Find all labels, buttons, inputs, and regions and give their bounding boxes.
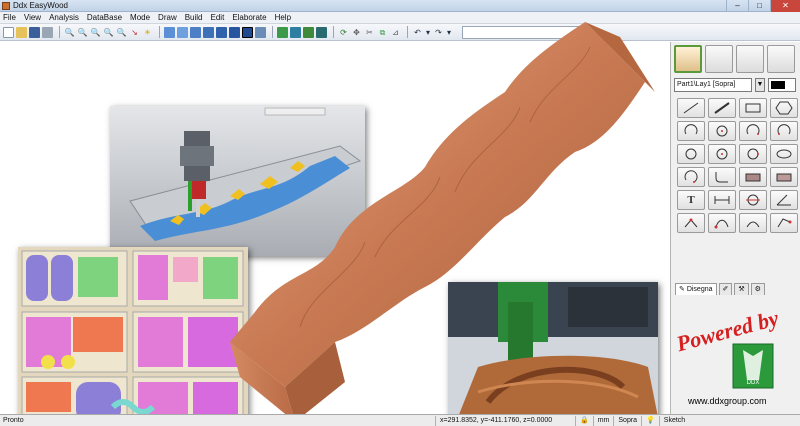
status-text: Pronto bbox=[3, 417, 24, 424]
text-tool-button[interactable]: T bbox=[677, 190, 705, 210]
menu-mode[interactable]: Mode bbox=[130, 13, 150, 22]
zoom-out-icon[interactable]: 🔍 bbox=[77, 27, 88, 38]
groove-tool-button[interactable] bbox=[770, 167, 798, 187]
view-readout[interactable]: Sopra bbox=[613, 415, 641, 426]
special-tool-button[interactable] bbox=[770, 213, 798, 233]
lock-icon[interactable]: 🔒 bbox=[575, 415, 593, 426]
menu-analysis[interactable]: Analysis bbox=[49, 13, 79, 22]
view-front-icon[interactable] bbox=[190, 26, 201, 38]
arc-tangent-tool-button[interactable] bbox=[770, 121, 798, 141]
coordinates-readout: x=291.8352, y=-411.1760, z=0.0000 bbox=[435, 415, 575, 426]
layer-dropdown-icon[interactable]: ▼ bbox=[755, 78, 765, 92]
cnc-mode-button[interactable] bbox=[705, 45, 733, 73]
circle-3point-tool-button[interactable] bbox=[739, 144, 767, 164]
ellipse-tool-button[interactable] bbox=[770, 144, 798, 164]
zoom-all-icon[interactable]: 🔍 bbox=[103, 27, 114, 38]
woodwork-mode-button[interactable] bbox=[674, 45, 702, 73]
light-icon[interactable]: 💡 bbox=[641, 415, 659, 426]
circle-center-tool-button[interactable] bbox=[708, 144, 736, 164]
menu-edit[interactable]: Edit bbox=[211, 13, 225, 22]
drawing-canvas[interactable] bbox=[0, 22, 670, 426]
unit-readout[interactable]: mm bbox=[592, 415, 614, 426]
maximize-button[interactable]: □ bbox=[748, 0, 770, 12]
zoom-in-icon[interactable]: 🔍 bbox=[64, 27, 75, 38]
join-tool-button[interactable] bbox=[739, 213, 767, 233]
tab-machine[interactable]: ⚙ bbox=[750, 283, 765, 295]
app-icon bbox=[2, 1, 10, 10]
save-icon[interactable] bbox=[29, 26, 40, 38]
rotate-arc-tool-button[interactable] bbox=[677, 167, 705, 187]
website-link[interactable]: www.ddxgroup.com bbox=[688, 396, 767, 406]
rectangle-tool-button[interactable] bbox=[739, 98, 767, 118]
dimension-tool-button[interactable] bbox=[708, 190, 736, 210]
arc-3point-tool-button[interactable] bbox=[739, 121, 767, 141]
pocket-tool-button[interactable] bbox=[739, 167, 767, 187]
menu-draw[interactable]: Draw bbox=[158, 13, 177, 22]
ddx-logo-text: DDX bbox=[747, 380, 760, 386]
refresh-icon[interactable]: ☀ bbox=[142, 27, 153, 38]
status-bar: Pronto x=291.8352, y=-411.1760, z=0.0000… bbox=[0, 414, 800, 426]
menu-file[interactable]: File bbox=[3, 13, 16, 22]
hexagon-tool-button[interactable] bbox=[770, 98, 798, 118]
polyline-tool-button[interactable] bbox=[708, 98, 736, 118]
color-select[interactable] bbox=[768, 78, 796, 92]
machine-mode-button[interactable] bbox=[767, 45, 795, 73]
layer-select[interactable]: Part1\Lay1 [Sopra] bbox=[674, 78, 752, 92]
zoom-window-icon[interactable]: 🔍 bbox=[90, 27, 101, 38]
section-tool-button[interactable] bbox=[739, 190, 767, 210]
menu-database[interactable]: DataBase bbox=[87, 13, 122, 22]
menu-view[interactable]: View bbox=[24, 13, 41, 22]
color-swatch bbox=[771, 81, 785, 89]
pick-icon[interactable]: ↘ bbox=[129, 27, 140, 38]
path-edit-tool-button[interactable] bbox=[677, 213, 705, 233]
cnc-milling-photo bbox=[448, 282, 658, 417]
panel-mode-button[interactable] bbox=[736, 45, 764, 73]
window-title: Ddx EasyWood bbox=[13, 1, 68, 10]
node-edit-tool-button[interactable] bbox=[708, 213, 736, 233]
angle-tool-button[interactable] bbox=[770, 190, 798, 210]
tab-disegna[interactable]: ✎ Disegna bbox=[675, 283, 717, 295]
tab-tools[interactable]: ⚒ bbox=[734, 283, 749, 295]
print-icon[interactable] bbox=[42, 26, 53, 38]
circle-tool-button[interactable] bbox=[677, 144, 705, 164]
zoom-prev-icon[interactable]: 🔍 bbox=[116, 27, 127, 38]
arc-tool-button[interactable] bbox=[677, 121, 705, 141]
line-tool-button[interactable] bbox=[677, 98, 705, 118]
nesting-layout-image bbox=[18, 247, 248, 426]
arc-center-tool-button[interactable] bbox=[708, 121, 736, 141]
tab-edit[interactable]: ✐ bbox=[718, 283, 733, 295]
close-button[interactable]: ✕ bbox=[770, 0, 800, 12]
fillet-tool-button[interactable] bbox=[708, 167, 736, 187]
new-icon[interactable] bbox=[3, 26, 14, 38]
open-icon[interactable] bbox=[16, 26, 27, 38]
mode-readout[interactable]: Sketch bbox=[658, 415, 689, 426]
view-3d-icon[interactable] bbox=[164, 26, 175, 38]
menu-build[interactable]: Build bbox=[185, 13, 203, 22]
tab-disegna-label: Disegna bbox=[686, 286, 713, 293]
minimize-button[interactable]: – bbox=[726, 0, 748, 12]
view-top-icon[interactable] bbox=[177, 26, 188, 38]
view-side-icon[interactable] bbox=[203, 26, 214, 38]
